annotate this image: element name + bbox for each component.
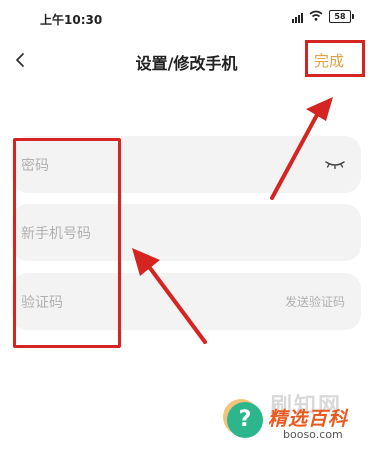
watermark-url: booso.com [283, 428, 343, 441]
arrow-to-done [270, 97, 333, 200]
watermark: 刷知网 ? 精选百科 booso.com [215, 388, 365, 448]
question-mark-icon: ? [227, 402, 263, 438]
annotation-arrows [132, 97, 333, 344]
arrow-to-fields [132, 248, 207, 344]
watermark-brand: 精选百科 [268, 408, 349, 430]
